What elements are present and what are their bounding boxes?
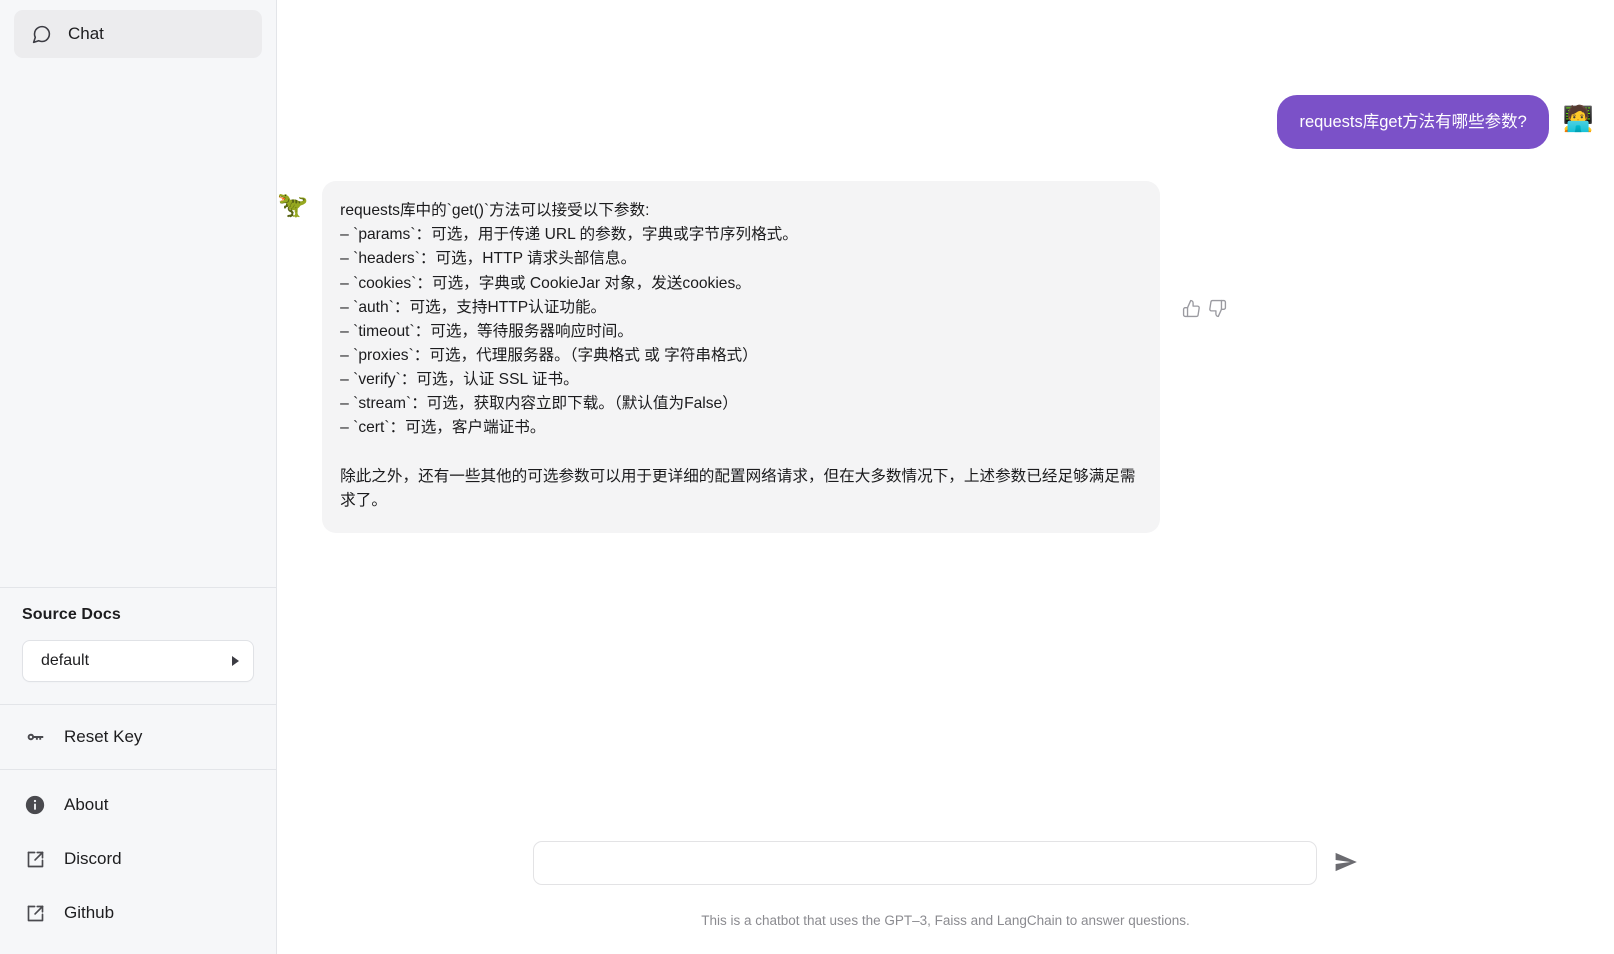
app-root: Chat Source Docs default Reset Key About…: [0, 0, 1614, 954]
sidebar-item-about[interactable]: About: [0, 778, 276, 832]
user-message-bubble: requests库get方法有哪些参数?: [1277, 95, 1549, 150]
avatar-bot: 🦖: [277, 191, 309, 220]
avatar-user: 🧑‍💻: [1562, 105, 1594, 133]
caret-right-icon: [232, 656, 239, 666]
sidebar-item-github[interactable]: Github: [0, 886, 276, 940]
composer-center: [277, 841, 1614, 885]
sidebar-item-chat[interactable]: Chat: [14, 10, 262, 58]
sidebar-item-chat-label: Chat: [68, 24, 104, 43]
external-link-icon: [24, 902, 46, 924]
key-icon: [24, 726, 46, 748]
sidebar-item-about-label: About: [64, 795, 109, 814]
message-row-bot: 🦖 requests库中的`get()`方法可以接受以下参数: – `param…: [277, 181, 1614, 534]
composer-area: This is a chatbot that uses the GPT–3, F…: [277, 841, 1614, 954]
thumbs-up-icon[interactable]: [1182, 299, 1201, 323]
sidebar-nav: Chat: [0, 0, 276, 58]
thumbs-down-icon[interactable]: [1208, 299, 1227, 323]
main-content: requests库get方法有哪些参数? 🧑‍💻 🦖 requests库中的`g…: [277, 0, 1614, 954]
chat-message-list[interactable]: requests库get方法有哪些参数? 🧑‍💻 🦖 requests库中的`g…: [277, 0, 1614, 841]
send-arrow-icon: [1333, 849, 1359, 878]
message-row-user: requests库get方法有哪些参数? 🧑‍💻: [277, 95, 1614, 150]
chat-input[interactable]: [532, 841, 1317, 885]
source-docs-section: Source Docs default: [0, 587, 276, 704]
bot-message-bubble: requests库中的`get()`方法可以接受以下参数: – `params`…: [322, 181, 1161, 534]
footer-note: This is a chatbot that uses the GPT–3, F…: [701, 913, 1190, 928]
source-docs-select[interactable]: default: [22, 640, 254, 682]
chat-input-wrapper: [532, 841, 1317, 885]
sidebar: Chat Source Docs default Reset Key About…: [0, 0, 277, 954]
info-circle-icon: [24, 794, 46, 816]
sidebar-item-github-label: Github: [64, 903, 115, 922]
source-docs-title: Source Docs: [22, 606, 121, 623]
reset-key-button[interactable]: Reset Key: [0, 704, 276, 769]
sidebar-item-discord-label: Discord: [64, 849, 122, 868]
sidebar-links: About Discord Github: [0, 769, 276, 954]
external-link-icon: [24, 848, 46, 870]
composer: [532, 841, 1359, 885]
send-button[interactable]: [1333, 849, 1359, 878]
source-docs-selected-value: default: [41, 652, 90, 669]
sidebar-item-discord[interactable]: Discord: [0, 832, 276, 886]
chat-bubble-icon: [30, 23, 52, 45]
feedback-controls: [1182, 299, 1227, 323]
reset-key-label: Reset Key: [64, 727, 143, 746]
